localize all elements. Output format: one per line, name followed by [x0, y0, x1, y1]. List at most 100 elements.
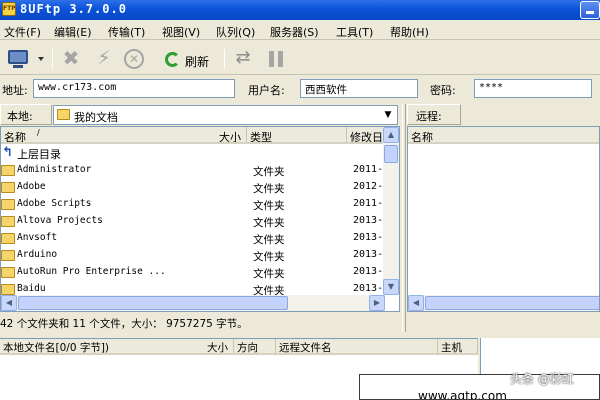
file-name: Arduino: [17, 249, 58, 260]
toolbar: ✖ ⚡ ✕ 刷新 ⇄: [0, 41, 600, 75]
list-item-parent-dir[interactable]: ↰ 上层目录: [1, 145, 385, 162]
file-name: AutoRun Pro Enterprise ...: [17, 266, 166, 277]
menu-file[interactable]: 文件(F): [4, 24, 41, 40]
column-type[interactable]: 类型: [247, 127, 347, 144]
remote-file-list: 名称 ◀: [407, 126, 600, 312]
password-label: 密码:: [430, 84, 456, 97]
folder-icon: [1, 216, 15, 227]
stop-icon: ✕: [128, 52, 140, 66]
file-date: 2012-: [353, 181, 384, 192]
file-date: 2013-: [353, 215, 384, 226]
list-item[interactable]: AutoRun Pro Enterprise ... 文件夹 2013-: [1, 264, 385, 281]
queue-column-size[interactable]: 大小: [204, 339, 234, 355]
pane-splitter[interactable]: [402, 104, 406, 332]
column-size[interactable]: 大小: [197, 127, 247, 144]
transfer-icon: ⇄: [235, 47, 251, 68]
disconnect-button[interactable]: ✖: [60, 47, 82, 71]
folder-icon: [1, 199, 15, 210]
file-type: 文件夹: [253, 268, 285, 280]
refresh-button[interactable]: 刷新: [160, 47, 218, 71]
lightning-icon: ⚡: [97, 47, 111, 69]
file-type: 文件夹: [253, 200, 285, 212]
queue-column-host[interactable]: 主机: [438, 339, 478, 355]
title-bar: FTP 8UFtp 3.7.0.0: [0, 0, 600, 20]
quick-connect-button[interactable]: ⚡: [93, 47, 115, 71]
stop-button[interactable]: ✕: [124, 49, 144, 69]
scroll-thumb[interactable]: [384, 145, 398, 163]
remote-label: 远程:: [407, 104, 461, 125]
menu-server[interactable]: 服务器(S): [270, 24, 319, 40]
file-name: Adobe: [17, 181, 46, 192]
watermark-text: 头条 @彩虹: [510, 372, 574, 386]
file-date: 2013-: [353, 249, 384, 260]
menu-view[interactable]: 视图(V): [162, 24, 200, 40]
list-item[interactable]: Adobe Scripts 文件夹 2011-: [1, 196, 385, 213]
scroll-left-icon[interactable]: ◀: [1, 295, 17, 311]
scroll-up-icon[interactable]: ▲: [383, 127, 399, 143]
scroll-thumb[interactable]: [18, 296, 288, 310]
queue-column-remote-file[interactable]: 远程文件名: [276, 339, 438, 355]
remote-column-name[interactable]: 名称: [408, 127, 599, 144]
username-input[interactable]: 西西软件: [300, 79, 418, 98]
scroll-right-icon[interactable]: ▶: [369, 295, 385, 311]
list-item[interactable]: Arduino 文件夹 2013-: [1, 247, 385, 264]
folder-icon: [1, 284, 15, 295]
file-name: Administrator: [17, 164, 92, 175]
password-input[interactable]: ****: [474, 79, 592, 98]
address-input[interactable]: www.cr173.com: [33, 79, 235, 98]
pause-button[interactable]: [266, 47, 286, 71]
scroll-thumb[interactable]: [425, 296, 599, 310]
file-type: 文件夹: [253, 183, 285, 195]
folder-icon: [1, 182, 15, 193]
window-title: 8UFtp 3.7.0.0: [20, 2, 127, 16]
menu-transfer[interactable]: 传输(T): [108, 24, 145, 40]
menu-help[interactable]: 帮助(H): [390, 24, 429, 40]
local-horizontal-scrollbar[interactable]: ◀ ▶: [1, 295, 385, 311]
scroll-down-icon[interactable]: ▼: [383, 279, 399, 295]
chevron-down-icon[interactable]: ▼: [381, 108, 395, 122]
toolbar-separator: [224, 49, 225, 69]
minimize-icon: [586, 11, 594, 14]
file-type: 文件夹: [253, 166, 285, 178]
monitor-icon: [8, 50, 28, 64]
file-name: Altova Projects: [17, 215, 103, 226]
connect-button[interactable]: [6, 47, 32, 71]
file-name: 上层目录: [17, 148, 61, 161]
up-folder-icon: ↰: [2, 145, 13, 160]
queue-column-direction[interactable]: 方向: [234, 339, 276, 355]
file-name: Adobe Scripts: [17, 198, 92, 209]
sort-ascending-icon: ∕: [37, 128, 40, 137]
connect-dropdown-icon[interactable]: [38, 57, 44, 61]
column-modified[interactable]: 修改日: [347, 127, 385, 144]
folder-icon: [1, 267, 15, 278]
list-item[interactable]: Anvsoft 文件夹 2013-: [1, 230, 385, 247]
menu-tools[interactable]: 工具(T): [336, 24, 373, 40]
folder-icon: [57, 109, 70, 120]
pause-icon: [269, 51, 274, 67]
local-vertical-scrollbar[interactable]: ▲ ▼: [383, 127, 399, 295]
local-path-select[interactable]: 我的文档 ▼: [53, 105, 398, 125]
address-label: 地址:: [2, 84, 28, 97]
file-date: 2011-: [353, 198, 384, 209]
folder-icon: [1, 250, 15, 261]
file-date: 2011-: [353, 164, 384, 175]
menu-queue[interactable]: 队列(Q): [216, 24, 255, 40]
local-status-text: 42 个文件夹和 11 个文件，大小： 9757275 字节。: [0, 318, 248, 330]
list-item[interactable]: Adobe 文件夹 2012-: [1, 179, 385, 196]
remote-horizontal-scrollbar[interactable]: ◀: [408, 295, 599, 311]
local-file-list: 名称 ∕ 大小 类型 修改日 ↰ 上层目录 Administrator 文件夹 201…: [0, 126, 400, 312]
minimize-button[interactable]: [580, 1, 600, 19]
local-path-text: 我的文档: [74, 111, 118, 124]
file-date: 2013-: [353, 232, 384, 243]
menu-edit[interactable]: 编辑(E): [54, 24, 92, 40]
username-label: 用户名:: [248, 84, 285, 97]
toolbar-separator: [52, 49, 53, 69]
list-item[interactable]: Altova Projects 文件夹 2013-: [1, 213, 385, 230]
list-item[interactable]: Administrator 文件夹 2011-: [1, 162, 385, 179]
queue-column-local-file[interactable]: 本地文件名[0/0 字节]): [0, 339, 234, 355]
file-date: 2013-: [353, 283, 384, 294]
app-icon: FTP: [2, 2, 16, 16]
scroll-left-icon[interactable]: ◀: [408, 295, 424, 311]
transfer-button[interactable]: ⇄: [232, 47, 254, 71]
connection-bar: 地址: www.cr173.com 用户名: 西西软件 密码: ****: [0, 76, 600, 101]
